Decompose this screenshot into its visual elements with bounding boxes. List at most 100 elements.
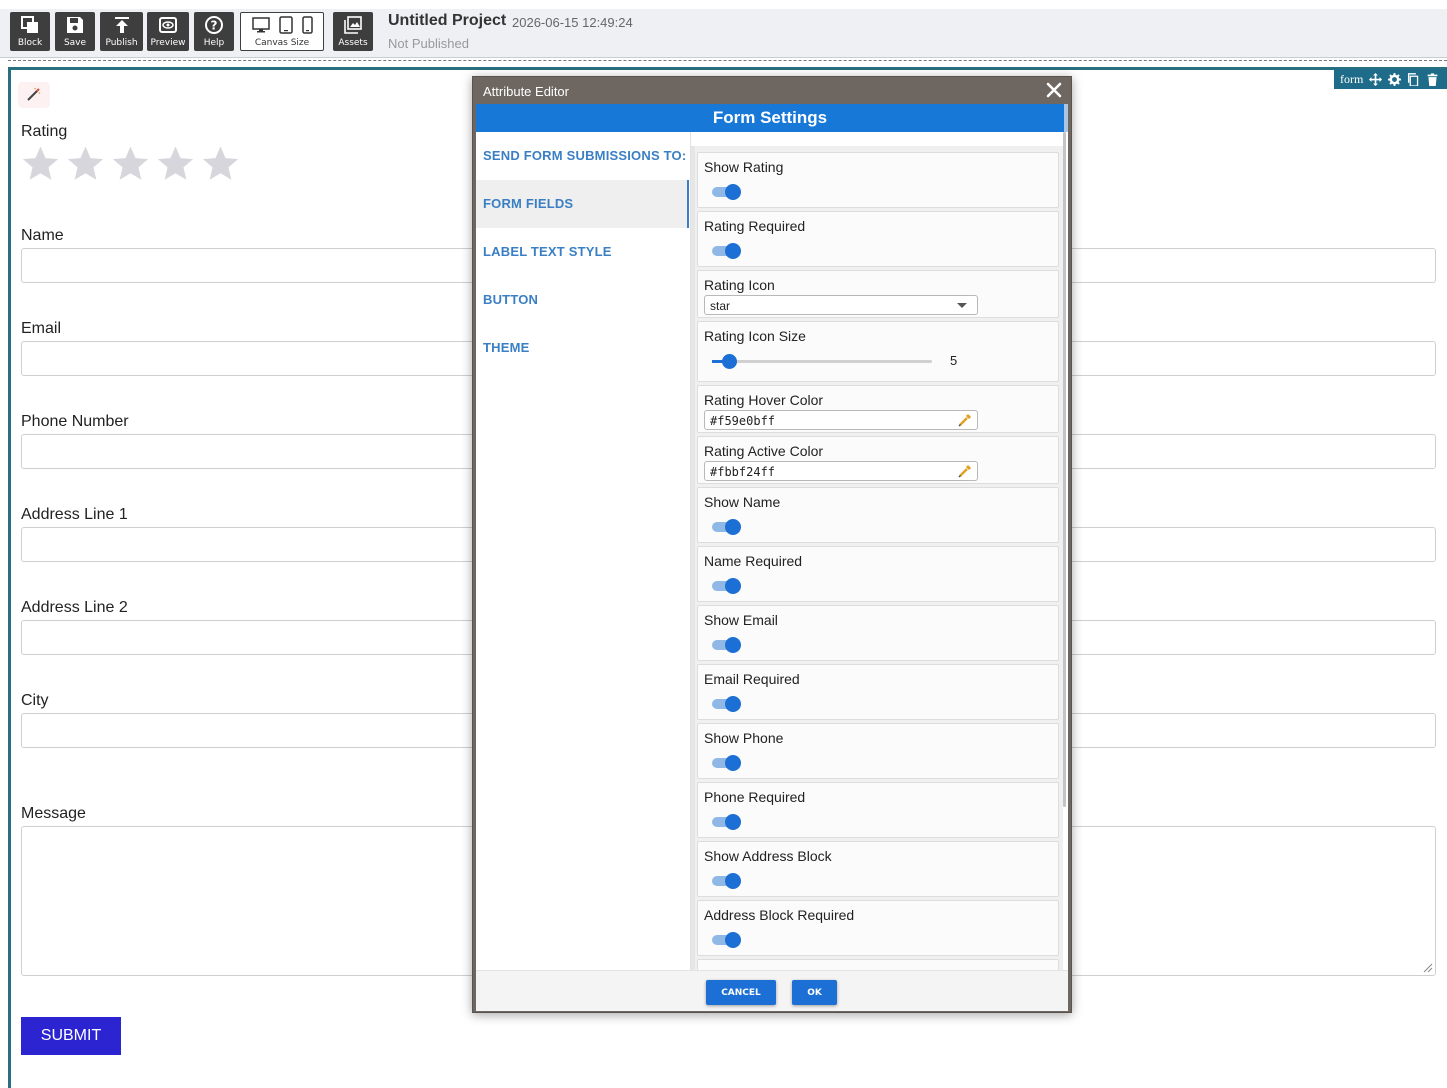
eyedropper-icon[interactable]: [957, 463, 973, 479]
ok-button[interactable]: OK: [792, 980, 837, 1005]
address-block-required-toggle[interactable]: [712, 932, 741, 948]
rating-hover-color-input[interactable]: #f59e0bff: [704, 410, 978, 430]
message-label: Message: [21, 805, 86, 822]
tablet-icon[interactable]: [278, 16, 293, 38]
next-setting: [697, 959, 1059, 970]
slider-handle[interactable]: [722, 354, 737, 369]
selected-element-tag: form: [1340, 71, 1364, 86]
show-phone-toggle[interactable]: [712, 755, 741, 771]
modal-header: Attribute Editor: [473, 77, 1071, 104]
star-icon[interactable]: [21, 144, 60, 183]
upload-icon: [100, 12, 143, 36]
cancel-button[interactable]: CANCEL: [706, 980, 776, 1005]
svg-text:?: ?: [211, 19, 218, 33]
resize-handle-icon[interactable]: [1421, 961, 1433, 973]
move-icon[interactable]: [1369, 72, 1383, 86]
name-required-setting: Name Required: [697, 546, 1059, 602]
canvas-size-control: Canvas Size: [240, 12, 324, 51]
nav-send-submissions[interactable]: SEND FORM SUBMISSIONS TO:: [476, 132, 689, 180]
save-button[interactable]: Save: [55, 12, 95, 51]
phone-label: Phone Number: [21, 413, 129, 430]
email-required-toggle[interactable]: [712, 696, 741, 712]
modal-footer: CANCEL OK: [476, 970, 1068, 1011]
magic-wand-button[interactable]: [18, 82, 50, 108]
rating-icon-select[interactable]: star: [704, 295, 978, 315]
star-icon[interactable]: [111, 144, 150, 183]
eye-icon: [147, 12, 189, 36]
rating-icon-size-value: 5: [950, 353, 958, 368]
show-name-toggle[interactable]: [712, 519, 741, 535]
gear-icon[interactable]: [1388, 72, 1402, 86]
block-icon: [10, 12, 50, 36]
settings-nav: SEND FORM SUBMISSIONS TO: FORM FIELDS LA…: [476, 132, 689, 970]
desktop-icon[interactable]: [251, 16, 270, 38]
publish-button[interactable]: Publish: [100, 12, 143, 51]
name-label: Name: [21, 227, 64, 244]
project-timestamp: 2026-06-15 12:49:24: [512, 15, 633, 30]
chevron-down-icon: [957, 303, 967, 308]
show-email-setting: Show Email: [697, 605, 1059, 661]
block-button[interactable]: Block: [10, 12, 50, 51]
rating-active-color-label: Rating Active Color: [704, 443, 824, 459]
publish-button-label: Publish: [105, 38, 138, 48]
star-icon[interactable]: [201, 144, 240, 183]
show-address-block-setting: Show Address Block: [697, 841, 1059, 897]
address1-label: Address Line 1: [21, 506, 128, 523]
selected-element-toolbar: form: [1334, 69, 1447, 89]
modal-body: Form Settings SEND FORM SUBMISSIONS TO: …: [476, 104, 1068, 1011]
show-rating-toggle[interactable]: [712, 184, 741, 200]
email-required-setting: Email Required: [697, 664, 1059, 720]
help-button-label: Help: [203, 38, 225, 48]
rating-required-toggle[interactable]: [712, 243, 741, 259]
trash-icon[interactable]: [1426, 72, 1439, 86]
email-required-label: Email Required: [704, 671, 800, 687]
show-name-label: Show Name: [704, 494, 781, 510]
address2-label: Address Line 2: [21, 599, 128, 616]
rating-icon-size-setting: Rating Icon Size 5: [697, 321, 1059, 382]
save-icon: [55, 12, 95, 36]
show-address-block-label: Show Address Block: [704, 848, 832, 864]
nav-button[interactable]: BUTTON: [476, 276, 689, 324]
assets-button[interactable]: Assets: [333, 12, 373, 51]
rating-hover-color-setting: Rating Hover Color #f59e0bff: [697, 385, 1059, 433]
mobile-icon[interactable]: [301, 16, 313, 38]
nav-form-fields[interactable]: FORM FIELDS: [476, 180, 689, 228]
city-label: City: [21, 692, 49, 709]
rating-label: Rating: [21, 123, 68, 140]
nav-theme[interactable]: THEME: [476, 324, 689, 372]
rating-icon-setting: Rating Icon star: [697, 270, 1059, 318]
name-required-toggle[interactable]: [712, 578, 741, 594]
rating-stars[interactable]: [21, 144, 240, 183]
show-rating-label: Show Rating: [704, 159, 784, 175]
save-button-label: Save: [63, 38, 87, 48]
show-address-block-toggle[interactable]: [712, 873, 741, 889]
submit-button[interactable]: SUBMIT: [21, 1017, 121, 1055]
rating-hover-color-value: #f59e0bff: [710, 414, 776, 428]
eyedropper-icon[interactable]: [957, 412, 973, 428]
address-block-required-setting: Address Block Required: [697, 900, 1059, 956]
close-icon[interactable]: [1045, 81, 1063, 99]
settings-panel: Show Rating Rating Required Rating Icon …: [690, 132, 1068, 970]
preview-button[interactable]: Preview: [147, 12, 189, 51]
show-phone-label: Show Phone: [704, 730, 784, 746]
show-rating-setting: Show Rating: [697, 152, 1059, 208]
star-icon[interactable]: [66, 144, 105, 183]
rating-icon-value: star: [710, 299, 731, 313]
rating-icon-label: Rating Icon: [704, 277, 775, 293]
help-button[interactable]: ? Help: [194, 12, 234, 51]
settings-scrollbar[interactable]: [1063, 132, 1066, 807]
star-icon[interactable]: [156, 144, 195, 183]
canvas-size-label: Canvas Size: [254, 38, 310, 48]
phone-required-toggle[interactable]: [712, 814, 741, 830]
settings-list: Show Rating Rating Required Rating Icon …: [691, 146, 1063, 970]
rating-active-color-input[interactable]: #fbbf24ff: [704, 461, 978, 481]
rating-required-setting: Rating Required: [697, 211, 1059, 267]
form-settings-title: Form Settings: [476, 104, 1068, 132]
show-email-toggle[interactable]: [712, 637, 741, 653]
rating-icon-size-slider[interactable]: [712, 354, 932, 369]
images-icon: [333, 12, 373, 36]
attribute-editor-modal: Attribute Editor Form Settings SEND FORM…: [472, 76, 1072, 1013]
copy-icon[interactable]: [1407, 72, 1420, 86]
nav-label-text-style[interactable]: LABEL TEXT STYLE: [476, 228, 689, 276]
modal-title: Attribute Editor: [483, 84, 569, 99]
